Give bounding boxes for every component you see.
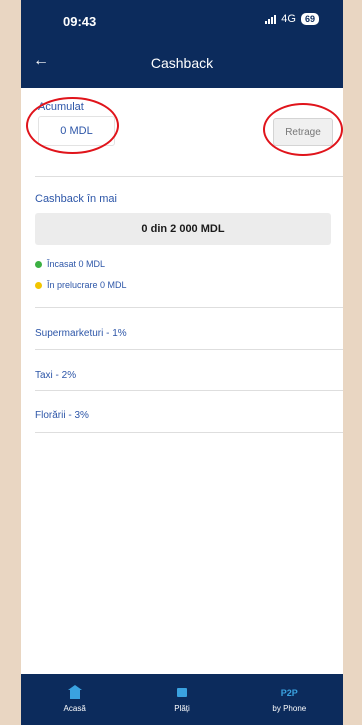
tab-p2p-label: by Phone [272,703,307,713]
battery-icon: 69 [300,13,319,25]
tab-home-label: Acasă [63,703,86,713]
tab-p2p[interactable]: P2P by Phone [249,687,329,713]
tab-home[interactable]: Acasă [35,684,115,713]
processing-text: În prelucrare 0 MDL [47,280,127,290]
status-time: 09:43 [63,14,97,29]
divider [35,176,343,177]
bottom-tab-bar: Acasă Plăți P2P by Phone [21,674,343,725]
category-florists[interactable]: Florării - 3% [35,410,89,421]
yellow-dot-icon [35,281,42,289]
divider [35,349,343,350]
processing-legend: În prelucrare 0 MDL [35,280,127,290]
divider [35,432,343,433]
divider [35,307,343,308]
category-supermarkets[interactable]: Supermarketuri - 1% [35,328,127,339]
wallet-icon [176,688,187,697]
signal-icon [265,14,277,24]
status-indicators: 4G 69 [265,13,319,25]
collected-text: Încasat 0 MDL [47,259,106,269]
category-taxi[interactable]: Taxi - 2% [35,370,76,381]
tab-payments[interactable]: Plăți [142,687,222,713]
divider [35,390,343,391]
home-icon [67,684,82,699]
network-type: 4G [281,13,296,25]
annotation-circle [263,103,343,156]
p2p-icon: P2P [280,687,298,698]
monthly-cashback-title: Cashback în mai [35,193,117,205]
page-title: Cashback [150,55,214,71]
tab-payments-label: Plăți [174,703,190,713]
phone-screen: 09:43 4G 69 ← Cashback Acumulat 0 MDL Re… [21,0,343,725]
cashback-progress: 0 din 2 000 MDL [35,213,331,245]
annotation-circle [26,97,119,154]
collected-legend: Încasat 0 MDL [35,259,105,269]
green-dot-icon [35,260,42,268]
header: 09:43 4G 69 ← Cashback [21,0,343,88]
